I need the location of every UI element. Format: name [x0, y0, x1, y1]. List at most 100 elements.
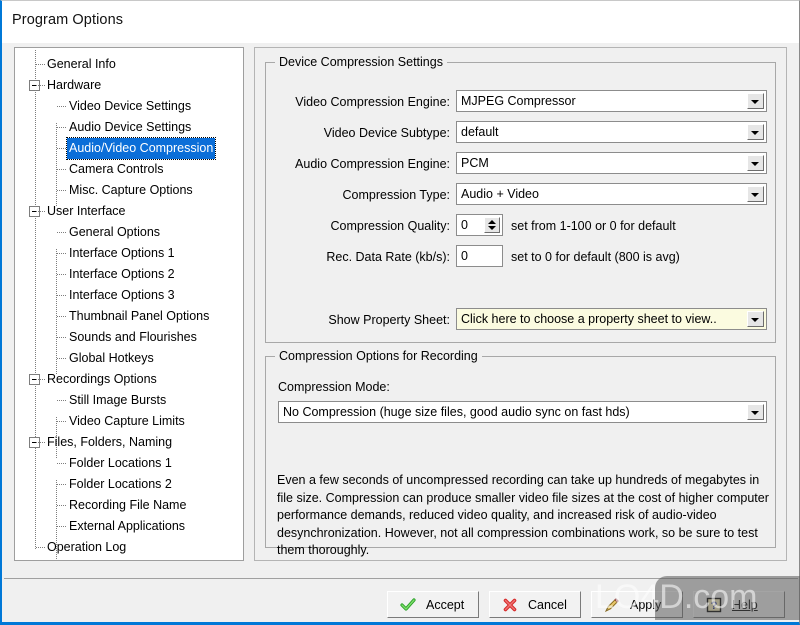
video-compression-engine-combo[interactable]: MJPEG Compressor: [456, 90, 767, 112]
tree-connector-line: [57, 421, 67, 422]
tree-connector-line: [57, 358, 67, 359]
tree-connector-line: [57, 484, 67, 485]
tree-connector-line: [57, 337, 67, 338]
chevron-down-icon[interactable]: [747, 93, 764, 109]
accept-button[interactable]: Accept: [387, 591, 479, 618]
video-device-subtype-combo[interactable]: default: [456, 121, 767, 143]
rec-data-rate-hint: set to 0 for default (800 is avg): [511, 250, 680, 264]
compression-mode-label: Compression Mode:: [278, 380, 390, 394]
tree-item-operation-log[interactable]: Operation Log: [15, 537, 243, 558]
tree-item-interface-options-3[interactable]: Interface Options 3: [15, 285, 243, 306]
spinner-down-icon[interactable]: [488, 226, 496, 230]
tree-connector-line: [57, 400, 67, 401]
tree-connector-line: [57, 148, 67, 149]
tree-connector-line: [57, 190, 67, 191]
title-bar: Program Options: [2, 1, 799, 43]
tree-item-label: External Applications: [69, 519, 186, 533]
tree-item-folder-locations-1[interactable]: Folder Locations 1: [15, 453, 243, 474]
checkmark-icon: [400, 598, 416, 611]
tree-item-label: Folder Locations 2: [69, 477, 172, 491]
tree-connector-line: [36, 64, 45, 65]
video-compression-engine-value: MJPEG Compressor: [461, 94, 576, 108]
tree-item-folder-locations-2[interactable]: Folder Locations 2: [15, 474, 243, 495]
tree-item-video-capture-limits[interactable]: Video Capture Limits: [15, 411, 243, 432]
tree-item-label: Interface Options 1: [69, 246, 175, 260]
tree-connector-line: [57, 169, 67, 170]
cancel-button[interactable]: Cancel: [489, 591, 581, 618]
tree-connector-line: [57, 526, 67, 527]
tree-item-camera-controls[interactable]: Camera Controls: [15, 159, 243, 180]
tree-item-thumbnail-panel-options[interactable]: Thumbnail Panel Options: [15, 306, 243, 327]
tree-item-still-image-bursts[interactable]: Still Image Bursts: [15, 390, 243, 411]
tree-item-label: General Options: [69, 225, 161, 239]
cancel-button-label: Cancel: [528, 598, 567, 612]
tree-item-label: Recording File Name: [69, 498, 187, 512]
tree-item-label: Still Image Bursts: [69, 393, 167, 407]
options-tree[interactable]: General Info Hardware Video Device Setting…: [14, 47, 244, 561]
help-button[interactable]: ? Help: [693, 591, 785, 618]
page-title: Program Options: [12, 12, 124, 28]
svg-text:?: ?: [711, 600, 718, 612]
tree-item-label: Video Capture Limits: [69, 414, 185, 428]
tree-item-interface-options-1[interactable]: Interface Options 1: [15, 243, 243, 264]
rec-data-rate-input[interactable]: 0: [456, 245, 503, 267]
chevron-down-icon[interactable]: [747, 404, 764, 420]
rec-data-rate-value: 0: [461, 249, 468, 263]
tree-item-label: General Info: [47, 57, 116, 71]
question-mark-icon: ?: [706, 597, 722, 613]
tree-item-interface-options-2[interactable]: Interface Options 2: [15, 264, 243, 285]
tree-item-audio-device-settings[interactable]: Audio Device Settings: [15, 117, 243, 138]
tree-item-sounds-and-flourishes[interactable]: Sounds and Flourishes: [15, 327, 243, 348]
tree-item-general-info[interactable]: General Info: [15, 54, 243, 75]
tree-row-container: General Info Hardware Video Device Setting…: [15, 54, 243, 558]
compression-quality-spinner[interactable]: 0: [456, 214, 503, 236]
tree-item-recording-file-name[interactable]: Recording File Name: [15, 495, 243, 516]
apply-button[interactable]: Apply: [591, 591, 683, 618]
tree-item-video-device-settings[interactable]: Video Device Settings: [15, 96, 243, 117]
tree-item-recordings-options[interactable]: Recordings Options: [15, 369, 243, 390]
tree-connector-line: [57, 463, 67, 464]
tree-connector-line: [57, 295, 67, 296]
show-property-sheet-combo[interactable]: Click here to choose a property sheet to…: [456, 308, 767, 330]
tree-item-audio-video-compression[interactable]: Audio/Video Compression: [15, 137, 243, 160]
pencil-icon: [604, 598, 619, 613]
tree-connector-line: [36, 442, 45, 443]
tree-item-external-applications[interactable]: External Applications: [15, 516, 243, 537]
tree-item-label: User Interface: [47, 204, 126, 218]
chevron-down-icon[interactable]: [747, 155, 764, 171]
chevron-down-icon[interactable]: [747, 186, 764, 202]
spinner-up-icon[interactable]: [488, 220, 496, 224]
tree-item-label: Misc. Capture Options: [69, 183, 193, 197]
tree-connector-line: [57, 232, 67, 233]
tree-item-label: Interface Options 2: [69, 267, 175, 281]
tree-connector-line: [57, 316, 67, 317]
tree-item-user-interface[interactable]: User Interface: [15, 201, 243, 222]
tree-connector-line: [36, 85, 45, 86]
tree-item-files-folders-naming[interactable]: Files, Folders, Naming: [15, 432, 243, 453]
tree-item-misc-capture-options[interactable]: Misc. Capture Options: [15, 180, 243, 201]
apply-button-label: Apply: [630, 598, 662, 612]
device-group-title: Device Compression Settings: [275, 55, 447, 69]
tree-item-label: Folder Locations 1: [69, 456, 172, 470]
tree-item-label: Camera Controls: [69, 162, 164, 176]
audio-compression-engine-combo[interactable]: PCM: [456, 152, 767, 174]
compression-quality-label: Compression Quality:: [330, 219, 451, 233]
compression-quality-value: 0: [461, 218, 468, 232]
compression-quality-hint: set from 1-100 or 0 for default: [511, 219, 676, 233]
chevron-down-icon[interactable]: [747, 124, 764, 140]
compression-mode-combo[interactable]: No Compression (huge size files, good au…: [278, 401, 767, 423]
chevron-down-icon[interactable]: [747, 311, 764, 327]
settings-panel: Device Compression Settings Video Compre…: [254, 47, 787, 561]
close-x-icon: [503, 598, 517, 612]
tree-connector-line: [36, 379, 45, 380]
compression-group-title: Compression Options for Recording: [275, 349, 482, 363]
accept-button-label: Accept: [426, 598, 465, 612]
tree-item-global-hotkeys[interactable]: Global Hotkeys: [15, 348, 243, 369]
spinner-arrows[interactable]: [484, 217, 500, 233]
tree-item-hardware[interactable]: Hardware: [15, 75, 243, 96]
video-device-subtype-value: default: [461, 125, 499, 139]
tree-item-label: Video Device Settings: [69, 99, 192, 113]
tree-item-general-options[interactable]: General Options: [15, 222, 243, 243]
compression-type-combo[interactable]: Audio + Video: [456, 183, 767, 205]
video-compression-engine-label: Video Compression Engine:: [295, 95, 450, 109]
